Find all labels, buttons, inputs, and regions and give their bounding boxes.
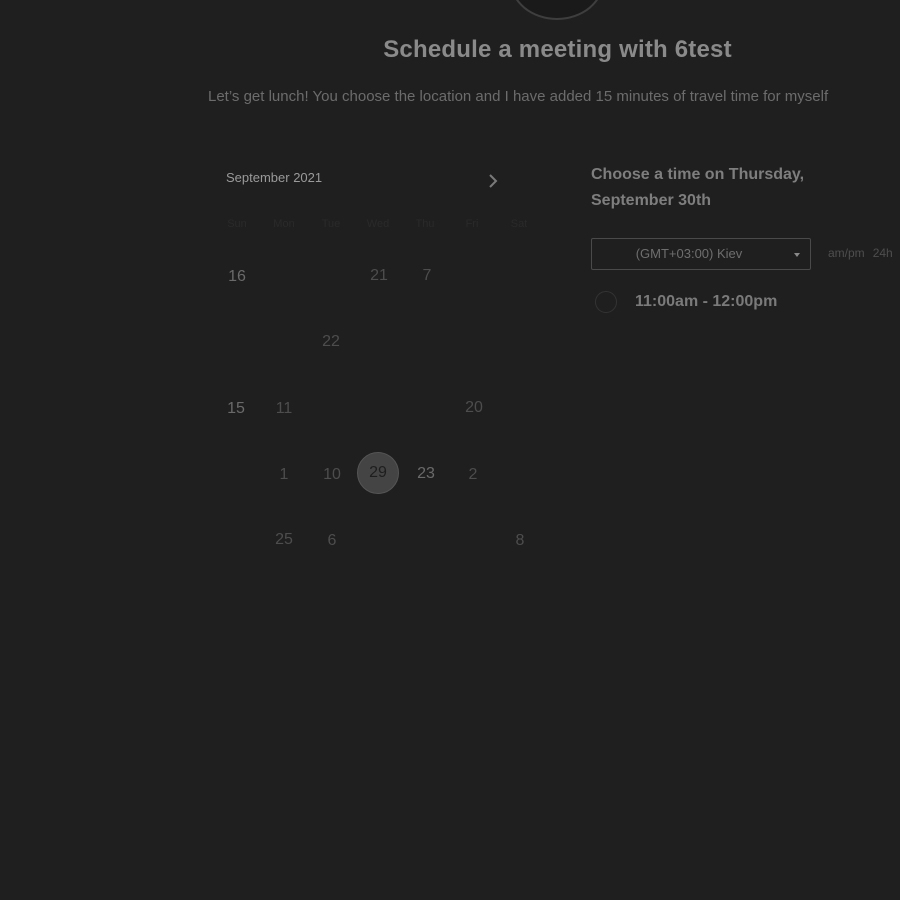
calendar-day: 22 bbox=[322, 333, 340, 350]
calendar-day: 25 bbox=[275, 531, 293, 548]
calendar-day: 20 bbox=[465, 399, 483, 416]
weekday-label: Wed bbox=[366, 218, 390, 230]
timezone-value: (GMT+03:00) Kiev bbox=[635, 246, 743, 261]
chevron-right-icon bbox=[489, 174, 498, 188]
time-slot-option[interactable]: 11:00am - 12:00pm bbox=[595, 290, 855, 316]
radio-button[interactable] bbox=[595, 291, 617, 313]
calendar-day: 2 bbox=[468, 466, 478, 483]
weekday-label: Mon bbox=[273, 218, 295, 230]
format-ampm-option[interactable]: am/pm bbox=[828, 246, 865, 260]
weekday-label: Fri bbox=[465, 218, 479, 230]
avatar bbox=[510, 0, 604, 20]
calendar-day[interactable]: 23 bbox=[408, 462, 444, 486]
calendar-day: 21 bbox=[370, 267, 388, 284]
calendar-day[interactable]: 15 bbox=[218, 397, 254, 421]
time-heading: Choose a time on Thursday, September 30t… bbox=[591, 166, 805, 209]
weekday-label: Thu bbox=[415, 218, 435, 230]
calendar-day[interactable]: 16 bbox=[219, 265, 255, 289]
page-description: Let’s get lunch! You choose the location… bbox=[208, 88, 829, 105]
weekday-label: Tue bbox=[321, 218, 341, 230]
caret-down-icon bbox=[794, 253, 800, 257]
calendar-day: 11 bbox=[275, 400, 293, 417]
selected-calendar-day[interactable]: 29 bbox=[357, 452, 399, 494]
weekday-header: Sun Mon Tue Wed Thu Fri Sat bbox=[214, 218, 527, 234]
weekday-label: Sat bbox=[510, 218, 528, 230]
calendar-day: 8 bbox=[515, 532, 525, 549]
weekday-label: Sun bbox=[227, 218, 247, 230]
scheduling-page: Schedule a meeting with 6test Let’s get … bbox=[0, 0, 900, 900]
month-label: September 2021 bbox=[226, 170, 323, 185]
calendar-day: 7 bbox=[422, 267, 432, 284]
calendar-day: 1 bbox=[279, 466, 289, 483]
next-month-button[interactable] bbox=[484, 170, 504, 192]
time-slot-label: 11:00am - 12:00pm bbox=[635, 293, 778, 310]
calendar-day: 6 bbox=[327, 532, 337, 549]
calendar-day: 10 bbox=[323, 466, 341, 483]
time-format-toggle: am/pm 24h bbox=[828, 246, 893, 260]
timezone-select[interactable]: (GMT+03:00) Kiev bbox=[591, 238, 811, 270]
format-24h-option[interactable]: 24h bbox=[873, 246, 893, 260]
page-title: Schedule a meeting with 6test bbox=[383, 36, 732, 63]
